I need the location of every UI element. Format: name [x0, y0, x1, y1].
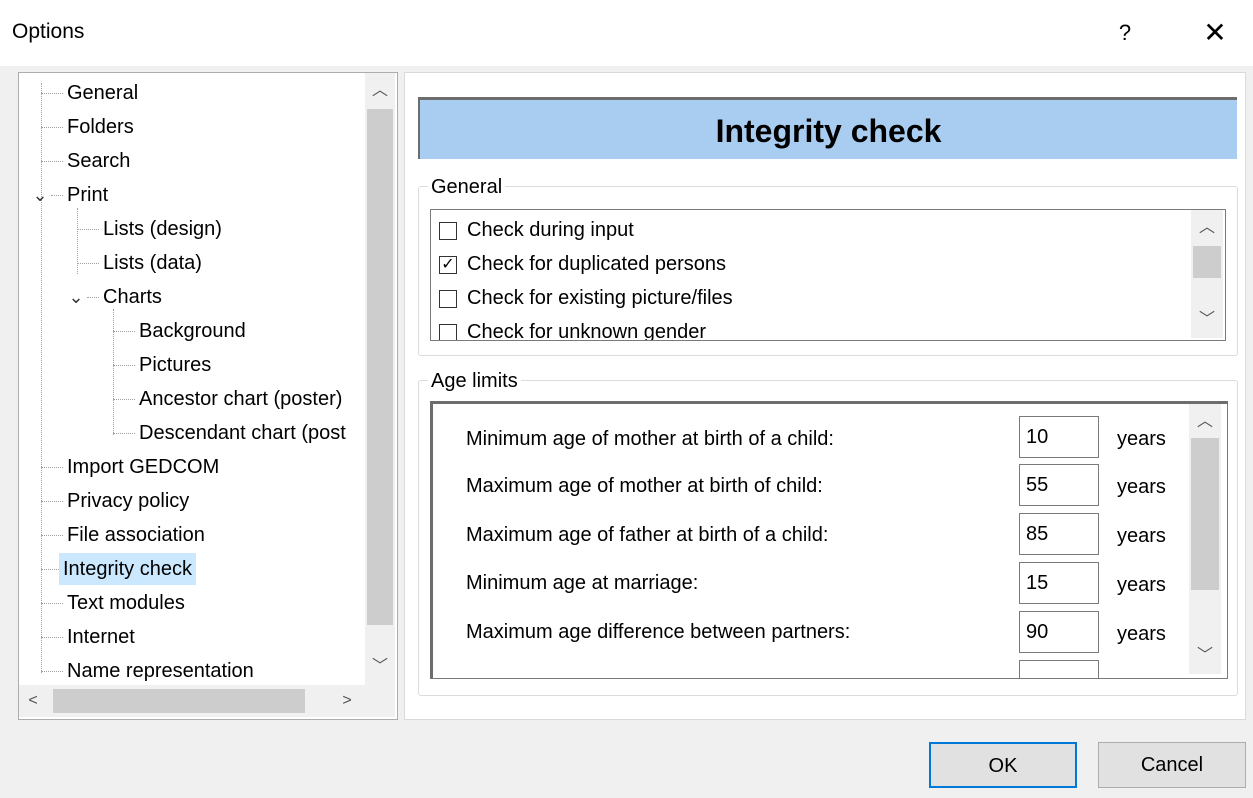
tree-item-label: Descendant chart (post: [139, 422, 346, 444]
age-limit-label: Minimum age at marriage:: [466, 572, 699, 594]
checkbox-label: Check for duplicated persons: [467, 253, 727, 275]
tree-item-label: Integrity check: [59, 553, 196, 585]
scroll-left-icon[interactable]: <: [23, 691, 43, 711]
min-age-marriage-input[interactable]: 15: [1019, 562, 1099, 604]
checkbox[interactable]: [439, 222, 457, 240]
scroll-thumb[interactable]: [53, 689, 305, 713]
tree-item-label: Background: [139, 320, 246, 342]
age-limit-label: Maximum age difference between partners:: [466, 621, 851, 643]
checkbox[interactable]: [439, 324, 457, 340]
options-tree[interactable]: General Folders Search ⌄ Print Lists (de…: [18, 72, 398, 720]
min-age-mother-input[interactable]: 10: [1019, 416, 1099, 458]
scroll-up-icon[interactable]: ︿: [1191, 218, 1223, 238]
checkbox-label: Check for unknown gender: [467, 321, 707, 341]
scroll-down-icon[interactable]: ﹀: [1189, 646, 1221, 666]
tree-item-label: Lists (design): [103, 218, 222, 240]
partial-age-input[interactable]: [1019, 660, 1099, 678]
tree-item-label: Import GEDCOM: [67, 456, 220, 478]
tree-item-label: Lists (data): [103, 252, 202, 274]
tree-item-label: Print: [67, 184, 109, 206]
tree-line: [77, 208, 78, 274]
general-group-label: General: [428, 176, 506, 199]
checklist-scrollbar[interactable]: ︿ ﹀: [1191, 210, 1223, 338]
tree-item-label: Search: [67, 150, 131, 172]
scroll-thumb[interactable]: [367, 109, 393, 625]
checkbox-checked[interactable]: ✓: [439, 256, 457, 274]
tree-item-label: General: [67, 82, 139, 104]
age-limits-group-label: Age limits: [428, 370, 521, 393]
tree-item-label: Text modules: [67, 592, 185, 614]
tree-item-label: Folders: [67, 116, 134, 138]
close-button[interactable]: ✕: [1190, 12, 1240, 54]
scroll-thumb[interactable]: [1191, 438, 1219, 590]
help-button[interactable]: ?: [1100, 12, 1150, 54]
tree-item-label: Ancestor chart (poster): [139, 388, 343, 410]
tree-line: [113, 309, 114, 435]
tree-item-label: Pictures: [139, 354, 212, 376]
max-age-mother-input[interactable]: 55: [1019, 464, 1099, 506]
cancel-button[interactable]: Cancel: [1098, 742, 1246, 788]
title-bar: Options ? ✕: [0, 0, 1253, 66]
max-age-difference-input[interactable]: 90: [1019, 611, 1099, 653]
scroll-thumb[interactable]: [1193, 246, 1221, 278]
age-limit-label: Minimum age of mother at birth of a chil…: [466, 428, 834, 450]
tree-vertical-scrollbar[interactable]: ︿ ﹀: [365, 73, 395, 685]
age-unit: years: [1117, 428, 1166, 450]
tree-item-label: Internet: [67, 626, 135, 648]
tree-item-label: Charts: [103, 286, 162, 308]
checkbox[interactable]: [439, 290, 457, 308]
tree-horizontal-scrollbar[interactable]: < >: [19, 685, 365, 717]
age-unit: years: [1117, 476, 1166, 498]
chevron-down-icon[interactable]: ⌄: [31, 179, 49, 211]
age-limits-list[interactable]: Minimum age of mother at birth of a chil…: [430, 401, 1228, 679]
age-limit-label: Maximum age of father at birth of a chil…: [466, 524, 829, 546]
window-title: Options: [12, 20, 85, 43]
chevron-down-icon[interactable]: ⌄: [67, 281, 85, 313]
scroll-right-icon[interactable]: >: [337, 691, 357, 711]
checkbox-label: Check for existing picture/files: [467, 287, 733, 309]
scroll-down-icon[interactable]: ﹀: [365, 657, 395, 677]
scroll-corner: [365, 685, 395, 717]
scroll-down-icon[interactable]: ﹀: [1191, 310, 1223, 330]
age-limit-label: Maximum age of mother at birth of child:: [466, 475, 823, 497]
general-checklist[interactable]: Check during input ✓ Check for duplicate…: [430, 209, 1226, 341]
scroll-up-icon[interactable]: ︿: [1189, 412, 1221, 432]
max-age-father-input[interactable]: 85: [1019, 513, 1099, 555]
scroll-up-icon[interactable]: ︿: [365, 81, 395, 101]
tree-item-label: Privacy policy: [67, 490, 190, 512]
tree-item-label: File association: [67, 524, 205, 546]
age-unit: years: [1117, 574, 1166, 596]
tree-line: [41, 83, 42, 673]
ok-button[interactable]: OK: [929, 742, 1077, 788]
age-unit: years: [1117, 623, 1166, 645]
tree-item-label: Name representation: [67, 660, 254, 682]
age-unit: years: [1117, 525, 1166, 547]
age-limits-scrollbar[interactable]: ︿ ﹀: [1189, 404, 1221, 674]
checkbox-label: Check during input: [467, 219, 634, 241]
page-title: Integrity check: [418, 97, 1237, 159]
